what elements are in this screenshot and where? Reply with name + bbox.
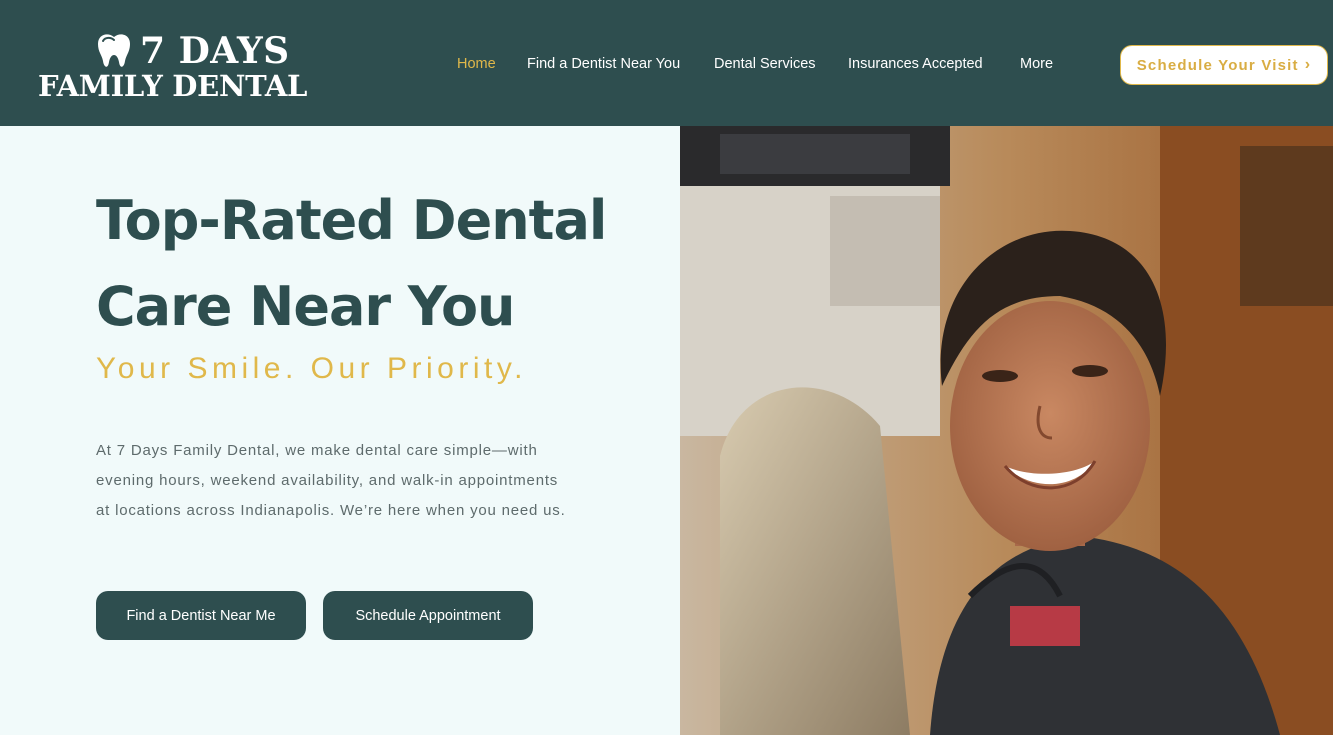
nav-item-find-dentist[interactable]: Find a Dentist Near You [527, 54, 680, 74]
schedule-appointment-button[interactable]: Schedule Appointment [323, 591, 533, 640]
nav-item-insurances[interactable]: Insurances Accepted [848, 54, 983, 74]
nav-item-dental-services[interactable]: Dental Services [714, 54, 816, 74]
hero-tagline: Your Smile. Our Priority. [96, 352, 527, 385]
hero-description: At 7 Days Family Dental, we make dental … [96, 442, 566, 519]
schedule-visit-label: Schedule Your Visit [1136, 56, 1299, 74]
hero-title: Top-Rated Dental Care Near You [96, 189, 607, 338]
chevron-right-icon: › [1304, 56, 1312, 73]
nav-item-more[interactable]: More [1020, 54, 1053, 74]
logo-top-row: 7 DAYS [94, 30, 290, 72]
logo[interactable]: 7 DAYS FAMILY DENTAL [38, 30, 348, 102]
tooth-icon [98, 34, 130, 67]
logo-line1-text: 7 DAYS [140, 30, 290, 72]
hero-photo [680, 126, 1333, 735]
schedule-visit-button[interactable]: Schedule Your Visit › [1120, 45, 1328, 85]
find-dentist-button[interactable]: Find a Dentist Near Me [96, 591, 306, 640]
patient-photo-illustration [680, 126, 1333, 735]
nav-item-home[interactable]: Home [457, 54, 496, 74]
logo-line2-text: FAMILY DENTAL [38, 69, 308, 103]
site-header: 7 DAYS FAMILY DENTAL Home Find a Dentist… [0, 0, 1333, 126]
